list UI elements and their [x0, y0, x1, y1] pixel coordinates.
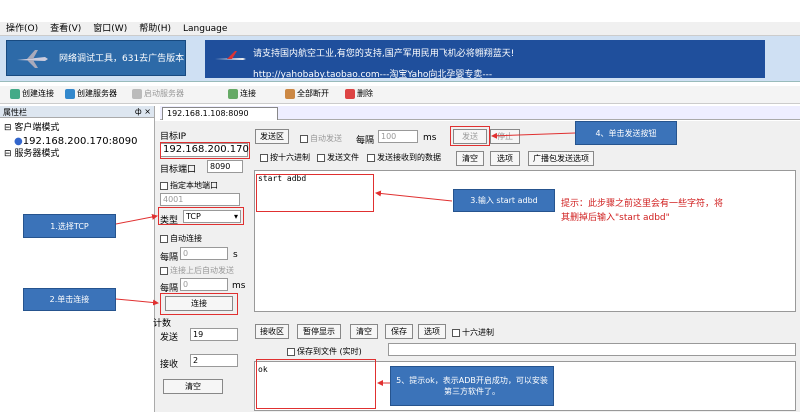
callout-click-connect: 2.单击连接 [23, 288, 116, 311]
tip-line2: 其删掉后输入"start adbd" [561, 213, 670, 223]
callout-success: 5、提示ok，表示ADB开启成功，可以安装第三方软件了。 [390, 366, 554, 406]
callout-click-send: 4、单击发送按钮 [575, 121, 677, 145]
tip-line1: 提示：此步骤之前这里会有一些字符，将 [561, 199, 724, 209]
callout-select-tcp: 1.选择TCP [23, 214, 116, 238]
tip-note: 提示：此步骤之前这里会有一些字符，将 其删掉后输入"start adbd" [561, 197, 791, 225]
callout-input-command: 3.输入 start adbd [453, 189, 555, 212]
